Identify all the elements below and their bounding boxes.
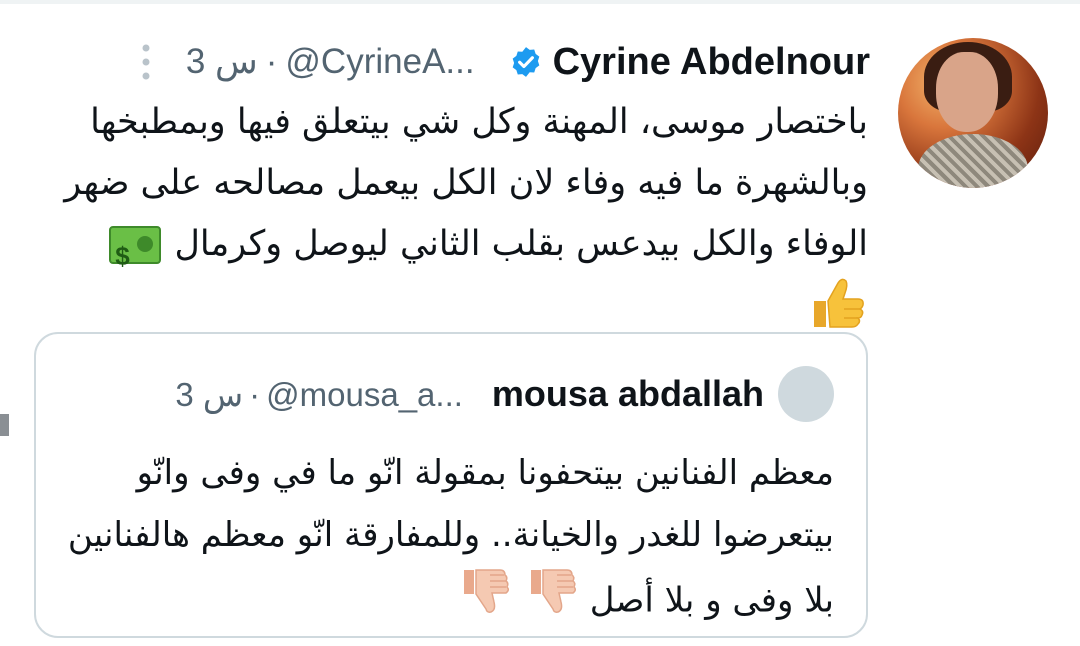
- author-handle[interactable]: @CyrineA...: [285, 42, 474, 81]
- thumbs-down-emoji-icon: [456, 566, 512, 638]
- quoted-tweet-time[interactable]: 3 س: [175, 376, 243, 413]
- verified-badge-icon: [512, 47, 539, 77]
- avatar[interactable]: [898, 38, 1048, 188]
- tweet-text: باختصار موسى، المهنة وكل شي بيتعلق فيها …: [64, 102, 868, 264]
- quoted-meta-separator: ·: [249, 375, 261, 413]
- author-name[interactable]: Cyrine Abdelnour: [553, 41, 870, 84]
- tweet-time[interactable]: 3 س: [186, 42, 258, 81]
- quoted-avatar[interactable]: [778, 366, 834, 422]
- quoted-tweet-card[interactable]: 3 س · @mousa_a... mousa abdallah معظم الفن…: [34, 332, 868, 638]
- tweet-header: 3 س · @CyrineA... Cyrine Abdelnour: [136, 38, 870, 86]
- scroll-indicator[interactable]: [0, 414, 9, 436]
- top-divider: [0, 0, 1080, 4]
- meta-separator: ·: [265, 42, 278, 81]
- quoted-tweet-meta: 3 س · @mousa_a...: [172, 375, 466, 414]
- quoted-author-handle[interactable]: @mousa_a...: [266, 376, 463, 413]
- thumbs-down-emoji-icon: [523, 566, 579, 638]
- quoted-tweet-text: معظم الفنانين بيتحفونا بمقولة انّو ما في…: [67, 453, 834, 621]
- avatar-dress: [918, 134, 1028, 188]
- tweet-body: باختصار موسى، المهنة وكل شي بيتعلق فيها …: [28, 92, 868, 351]
- tweet-meta: 3 س · @CyrineA...: [182, 42, 479, 82]
- quoted-tweet-body: معظم الفنانين بيتحفونا بمقولة انّو ما في…: [54, 442, 834, 638]
- quoted-author-name[interactable]: mousa abdallah: [492, 373, 764, 415]
- avatar-face: [936, 52, 998, 132]
- quoted-tweet-header: 3 س · @mousa_a... mousa abdallah: [172, 366, 834, 422]
- more-options-icon[interactable]: [136, 42, 156, 82]
- money-with-wings-emoji-icon: [109, 226, 162, 287]
